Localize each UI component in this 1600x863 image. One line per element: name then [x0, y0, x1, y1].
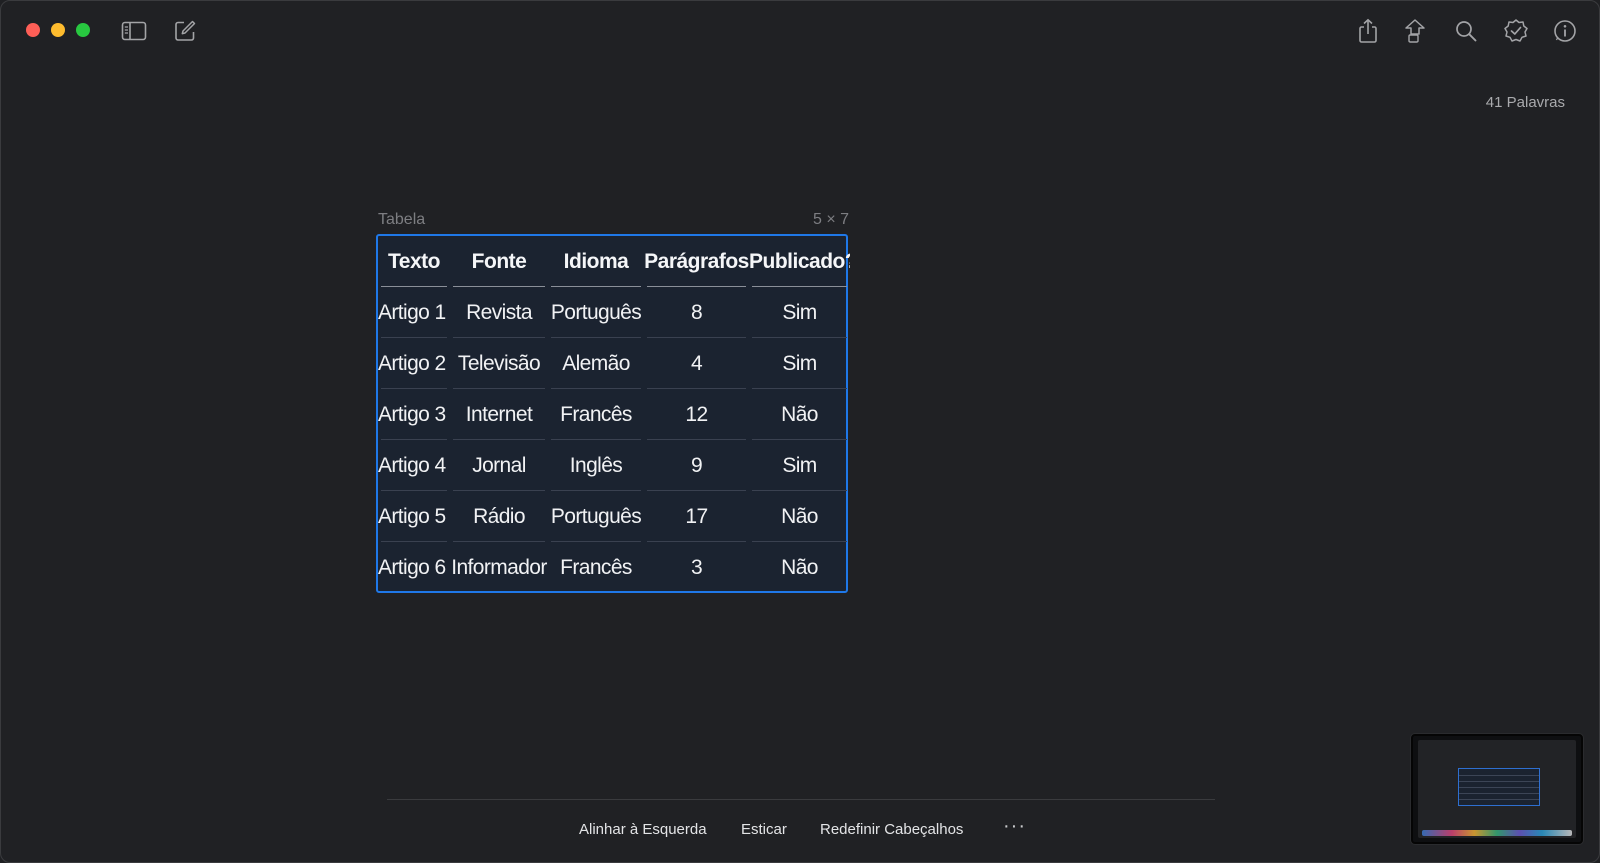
table-row: Artigo 5 Rádio Português 17 Não [378, 491, 850, 542]
table-row: Artigo 1 Revista Português 8 Sim [378, 287, 850, 338]
table-cell[interactable]: Português [548, 287, 644, 338]
align-left-button[interactable]: Alinhar à Esquerda [579, 821, 707, 838]
table-header-cell[interactable]: Fonte [450, 236, 548, 287]
table-cell[interactable]: Artigo 2 [378, 338, 450, 389]
close-window-button[interactable] [26, 23, 40, 37]
table-cell[interactable]: Revista [450, 287, 548, 338]
lock-share-icon[interactable] [1403, 18, 1429, 44]
table-cell[interactable]: 9 [644, 440, 749, 491]
table-row: Artigo 4 Jornal Inglês 9 Sim [378, 440, 850, 491]
table-cell[interactable]: 4 [644, 338, 749, 389]
word-count: 41 Palavras [1485, 94, 1565, 111]
table-cell[interactable]: Francês [548, 542, 644, 593]
table-cell[interactable]: Sim [749, 338, 850, 389]
table-cell[interactable]: 17 [644, 491, 749, 542]
zoom-window-button[interactable] [76, 23, 90, 37]
compose-icon[interactable] [172, 18, 198, 44]
bottom-toolbar-divider [387, 799, 1215, 800]
table-header-cell[interactable]: Publicado? [749, 236, 850, 287]
table-cell[interactable]: 3 [644, 542, 749, 593]
reset-headers-button[interactable]: Redefinir Cabeçalhos [820, 821, 963, 838]
table-header-cell[interactable]: Texto [378, 236, 450, 287]
table-cell[interactable]: Artigo 6 [378, 542, 450, 593]
table-cell[interactable]: 12 [644, 389, 749, 440]
table-row: Artigo 2 Televisão Alemão 4 Sim [378, 338, 850, 389]
share-icon[interactable] [1355, 18, 1381, 44]
table-cell[interactable]: Alemão [548, 338, 644, 389]
table-cell[interactable]: Televisão [450, 338, 548, 389]
table-cell[interactable]: Francês [548, 389, 644, 440]
screenshot-thumbnail[interactable] [1411, 734, 1583, 844]
table-cell[interactable]: Não [749, 389, 850, 440]
table-row: Artigo 3 Internet Francês 12 Não [378, 389, 850, 440]
table-cell[interactable]: Informador [450, 542, 548, 593]
thumbnail-table [1458, 768, 1540, 806]
table-cell[interactable]: Não [749, 491, 850, 542]
table-cell[interactable]: Sim [749, 440, 850, 491]
thumbnail-dock [1422, 830, 1572, 836]
more-options-button[interactable]: ··· [1003, 815, 1026, 838]
table-cell[interactable]: Rádio [450, 491, 548, 542]
table-format-toolbar: Alinhar à Esquerda Esticar Redefinir Cab… [1, 815, 1599, 845]
table-header-cell[interactable]: Idioma [548, 236, 644, 287]
table-dimensions: 5 × 7 [812, 211, 849, 228]
table-cell[interactable]: Artigo 1 [378, 287, 450, 338]
table-cell[interactable]: Artigo 4 [378, 440, 450, 491]
notes-table-container[interactable]: Texto Fonte Idioma Parágrafos Publicado?… [376, 234, 850, 593]
table-cell[interactable]: Português [548, 491, 644, 542]
table-row: Artigo 6 Informador Francês 3 Não [378, 542, 850, 593]
search-icon[interactable] [1453, 18, 1479, 44]
checklist-badge-icon[interactable] [1503, 18, 1529, 44]
thumbnail-preview [1418, 740, 1576, 838]
table-cell[interactable]: Jornal [450, 440, 548, 491]
table-cell[interactable]: Artigo 3 [378, 389, 450, 440]
table-cell[interactable]: 8 [644, 287, 749, 338]
table-cell[interactable]: Inglês [548, 440, 644, 491]
table-label: Tabela [378, 211, 426, 228]
table-cell[interactable]: Artigo 5 [378, 491, 450, 542]
minimize-window-button[interactable] [51, 23, 65, 37]
table-cell[interactable]: Sim [749, 287, 850, 338]
notes-table[interactable]: Texto Fonte Idioma Parágrafos Publicado?… [378, 236, 850, 593]
table-cell[interactable]: Não [749, 542, 850, 593]
sidebar-toggle-icon[interactable] [121, 18, 147, 44]
table-header-row: Texto Fonte Idioma Parágrafos Publicado? [378, 236, 850, 287]
stretch-button[interactable]: Esticar [741, 821, 787, 838]
table-cell[interactable]: Internet [450, 389, 548, 440]
title-bar [1, 1, 1599, 61]
info-icon[interactable] [1552, 18, 1578, 44]
app-window: 41 Palavras Tabela 5 × 7 Texto Fonte Idi… [0, 0, 1600, 863]
table-header-cell[interactable]: Parágrafos [644, 236, 749, 287]
